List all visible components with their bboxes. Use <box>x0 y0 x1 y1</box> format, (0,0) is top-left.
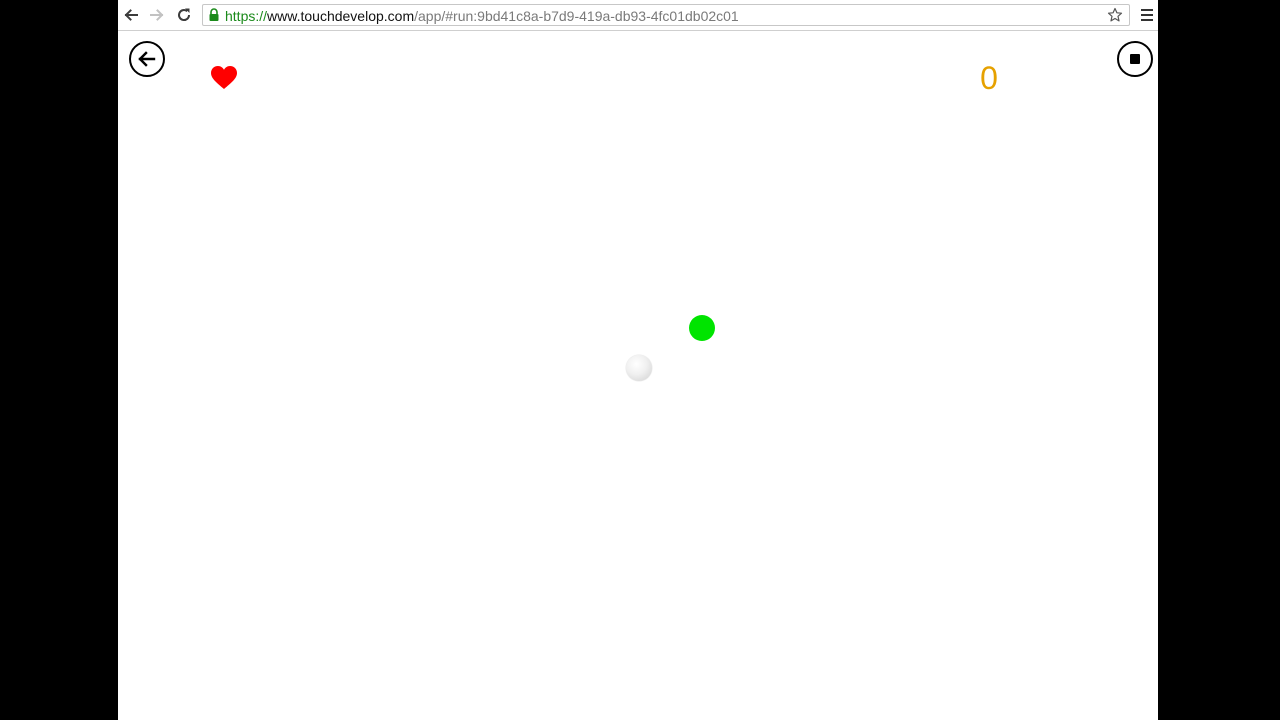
back-arrow-icon <box>138 51 156 67</box>
url-path: /app/#run:9bd41c8a-b7d9-419a-db93-4fc01d… <box>414 8 739 24</box>
url-text[interactable]: https://www.touchdevelop.com/app/#run:9b… <box>225 8 739 24</box>
heart-icon <box>211 66 237 89</box>
game-stop-button[interactable] <box>1117 41 1153 77</box>
address-bar[interactable]: https://www.touchdevelop.com/app/#run:9b… <box>202 4 1130 26</box>
game-board[interactable]: 0 <box>118 31 1158 720</box>
stop-icon <box>1130 54 1140 64</box>
green-ball-sprite <box>689 315 715 341</box>
browser-window: https://www.touchdevelop.com/app/#run:9b… <box>118 0 1158 720</box>
star-icon[interactable] <box>1107 7 1123 23</box>
white-ball-sprite <box>626 355 652 381</box>
arrow-right-icon <box>150 9 164 21</box>
browser-toolbar: https://www.touchdevelop.com/app/#run:9b… <box>118 0 1158 31</box>
url-host: www.touchdevelop.com <box>267 8 415 24</box>
score-counter: 0 <box>980 60 998 96</box>
url-scheme: https:// <box>225 8 268 24</box>
browser-reload-button[interactable] <box>173 5 195 25</box>
lock-icon <box>209 8 219 21</box>
game-back-button[interactable] <box>129 41 165 77</box>
browser-forward-button[interactable] <box>146 5 168 25</box>
hamburger-menu-icon[interactable] <box>1140 7 1154 23</box>
browser-back-button[interactable] <box>120 5 142 25</box>
arrow-left-icon <box>124 9 138 21</box>
reload-icon <box>178 8 191 21</box>
